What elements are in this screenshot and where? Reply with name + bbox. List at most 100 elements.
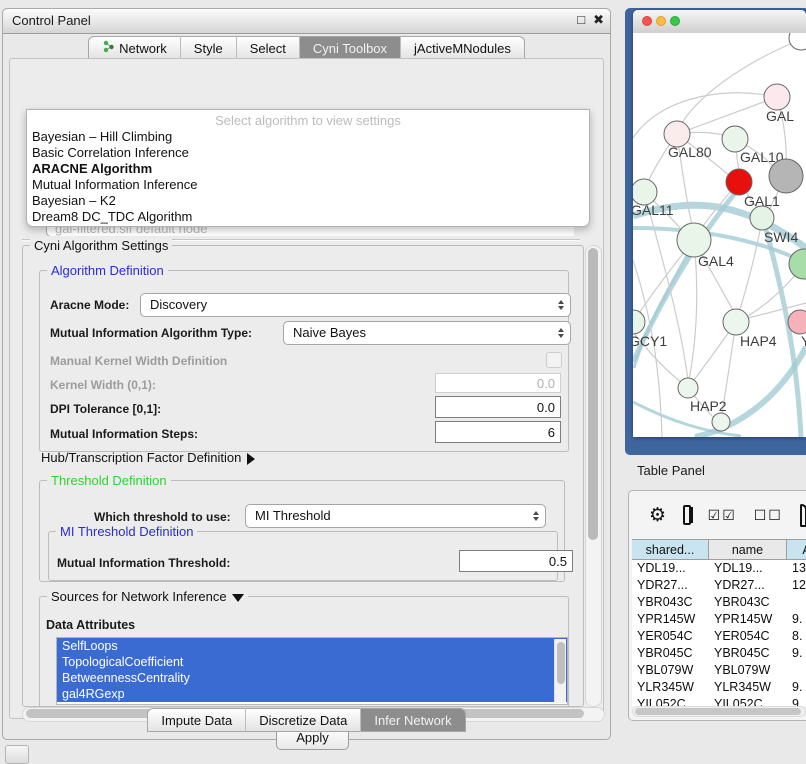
mi-type-select[interactable]: Naive Bayes <box>283 321 571 345</box>
zoom-traffic-light-icon[interactable] <box>670 16 680 26</box>
aracne-mode-select[interactable]: Discovery <box>140 293 571 317</box>
split-columns-icon[interactable] <box>683 505 691 525</box>
tab-select[interactable]: Select <box>237 36 300 60</box>
table-cell[interactable]: YIL052C <box>632 696 709 706</box>
checked-boxes-icon[interactable]: ☑☑ <box>708 507 737 524</box>
unchecked-boxes-icon[interactable]: ☐☐ <box>754 507 783 524</box>
table-cell[interactable] <box>787 594 806 611</box>
close-window-icon[interactable]: ✖ <box>593 12 604 28</box>
table-cell[interactable]: YIL052C <box>709 696 787 706</box>
network-node[interactable] <box>789 33 806 50</box>
table-cell[interactable]: YLR345W <box>709 679 787 696</box>
network-edge[interactable] <box>634 243 694 368</box>
table-cell[interactable]: YPR145W <box>632 611 709 628</box>
table-cell[interactable]: YDL19... <box>709 560 787 577</box>
dpi-tolerance-input[interactable] <box>435 396 561 418</box>
float-window-icon[interactable]: □ <box>577 12 585 28</box>
table-row[interactable]: YDR27...YDR27...12 <box>632 577 806 594</box>
attribute-item-gal4rgexp[interactable]: gal4RGexp <box>57 686 567 702</box>
algorithm-option-dream8-dc-tdc-algorithm[interactable]: Dream8 DC_TDC Algorithm <box>32 209 584 225</box>
column-header-a[interactable]: A <box>787 540 806 560</box>
table-row[interactable]: YBR043CYBR043C <box>632 594 806 611</box>
table-row[interactable]: YBL079WYBL079W <box>632 662 806 679</box>
tab-network[interactable]: Network <box>88 36 181 60</box>
table-cell[interactable]: YDR27... <box>632 577 709 594</box>
column-header-name[interactable]: name <box>709 540 787 560</box>
algorithm-option-mutual-information-inference[interactable]: Mutual Information Inference <box>32 177 584 193</box>
sources-legend[interactable]: Sources for Network Inference <box>47 589 248 604</box>
table-cell[interactable]: 9. <box>787 611 806 628</box>
table-cell[interactable]: 12 <box>787 577 806 594</box>
network-window-titlebar[interactable] <box>633 10 806 34</box>
control-panel-titlebar[interactable]: Control Panel □ ✖ <box>3 9 610 34</box>
network-node-gal4[interactable] <box>677 223 711 257</box>
kernel-width-input[interactable] <box>435 373 561 393</box>
network-node-gal1[interactable] <box>726 169 752 195</box>
settings-vscroll-thumb[interactable] <box>588 248 598 540</box>
table-cell[interactable]: YLR345W <box>632 679 709 696</box>
hub-definition-expander[interactable]: Hub/Transcription Factor Definition <box>41 450 255 465</box>
document-icon[interactable] <box>800 504 806 527</box>
network-node-hap4[interactable] <box>723 309 749 335</box>
bottom-tab-discretize-data[interactable]: Discretize Data <box>246 708 361 732</box>
algorithm-option-basic-correlation-inference[interactable]: Basic Correlation Inference <box>32 145 584 161</box>
table-cell[interactable]: YER054C <box>632 628 709 645</box>
network-edge[interactable] <box>633 93 777 138</box>
network-node[interactable] <box>712 413 730 431</box>
table-cell[interactable] <box>787 662 806 679</box>
mi-threshold-input[interactable] <box>459 550 573 572</box>
table-cell[interactable]: YDR27... <box>709 577 787 594</box>
table-row[interactable]: YDL19...YDL19...13 <box>632 560 806 577</box>
table-cell[interactable]: YBR045C <box>632 645 709 662</box>
attributes-scrollbar[interactable] <box>554 639 566 703</box>
network-edge[interactable] <box>689 240 697 380</box>
network-canvas[interactable]: GALGAL80GAL10GAL1GAL11SWI4GAL4GCY1HAP4YH… <box>633 33 806 437</box>
table-row[interactable]: YLR345WYLR345W9. <box>632 679 806 696</box>
network-node-hap2[interactable] <box>678 378 698 398</box>
table-cell[interactable]: 9. <box>787 645 806 662</box>
which-threshold-select[interactable]: MI Threshold <box>245 504 546 528</box>
table-row[interactable]: YBR045CYBR045C9. <box>632 645 806 662</box>
close-traffic-light-icon[interactable] <box>642 16 652 26</box>
mi-steps-input[interactable] <box>435 421 561 443</box>
table-cell[interactable]: YDL19... <box>632 560 709 577</box>
table-cell[interactable]: YBL079W <box>632 662 709 679</box>
table-cell[interactable]: 9. <box>787 679 806 696</box>
attribute-item-topologicalcoefficient[interactable]: TopologicalCoefficient <box>57 654 567 670</box>
table-row[interactable]: YPR145WYPR145W9. <box>632 611 806 628</box>
table-cell[interactable]: YBR043C <box>632 594 709 611</box>
attribute-item-betweennesscentrality[interactable]: BetweennessCentrality <box>57 670 567 686</box>
table-row[interactable]: YER054CYER054C8. <box>632 628 806 645</box>
table-row[interactable]: YIL052CYIL052C9. <box>632 696 806 706</box>
tab-cyni-toolbox[interactable]: Cyni Toolbox <box>300 36 401 60</box>
network-edge[interactable] <box>644 192 688 380</box>
gear-icon[interactable]: ⚙ <box>649 506 666 525</box>
algorithm-option-bayesian-hill-climbing[interactable]: Bayesian – Hill Climbing <box>32 129 584 145</box>
tab-jactivemnodules[interactable]: jActiveMNodules <box>401 36 525 60</box>
table-hscroll-thumb[interactable] <box>635 708 801 715</box>
settings-vertical-scrollbar[interactable] <box>585 245 602 707</box>
network-node[interactable] <box>789 249 806 279</box>
algorithm-option-aracne-algorithm[interactable]: ARACNE Algorithm <box>32 161 584 177</box>
manual-kernel-checkbox[interactable] <box>546 352 562 368</box>
tab-style[interactable]: Style <box>181 36 237 60</box>
network-node-gal[interactable] <box>764 84 790 110</box>
network-window[interactable]: GALGAL80GAL10GAL1GAL11SWI4GAL4GCY1HAP4YH… <box>633 10 806 437</box>
column-header-shared[interactable]: shared... <box>632 540 709 560</box>
network-node-gcy1[interactable] <box>633 310 645 334</box>
minimize-traffic-light-icon[interactable] <box>656 16 666 26</box>
table-cell[interactable]: YPR145W <box>709 611 787 628</box>
bottom-tab-impute-data[interactable]: Impute Data <box>147 708 246 732</box>
attribute-item-selfloops[interactable]: SelfLoops <box>57 638 567 654</box>
table-cell[interactable]: 8. <box>787 628 806 645</box>
bottom-tab-infer-network[interactable]: Infer Network <box>361 708 465 732</box>
table-horizontal-scrollbar[interactable] <box>632 706 806 717</box>
table-cell[interactable]: YBR043C <box>709 594 787 611</box>
algorithm-option-bayesian-k2[interactable]: Bayesian – K2 <box>32 193 584 209</box>
network-node-swi4[interactable] <box>750 206 774 230</box>
table-cell[interactable]: YER054C <box>709 628 787 645</box>
table-cell[interactable]: 9. <box>787 696 806 706</box>
attributes-scrollbar-thumb[interactable] <box>557 642 565 684</box>
panel-toggle-button[interactable] <box>5 745 29 764</box>
table-cell[interactable]: YBL079W <box>709 662 787 679</box>
